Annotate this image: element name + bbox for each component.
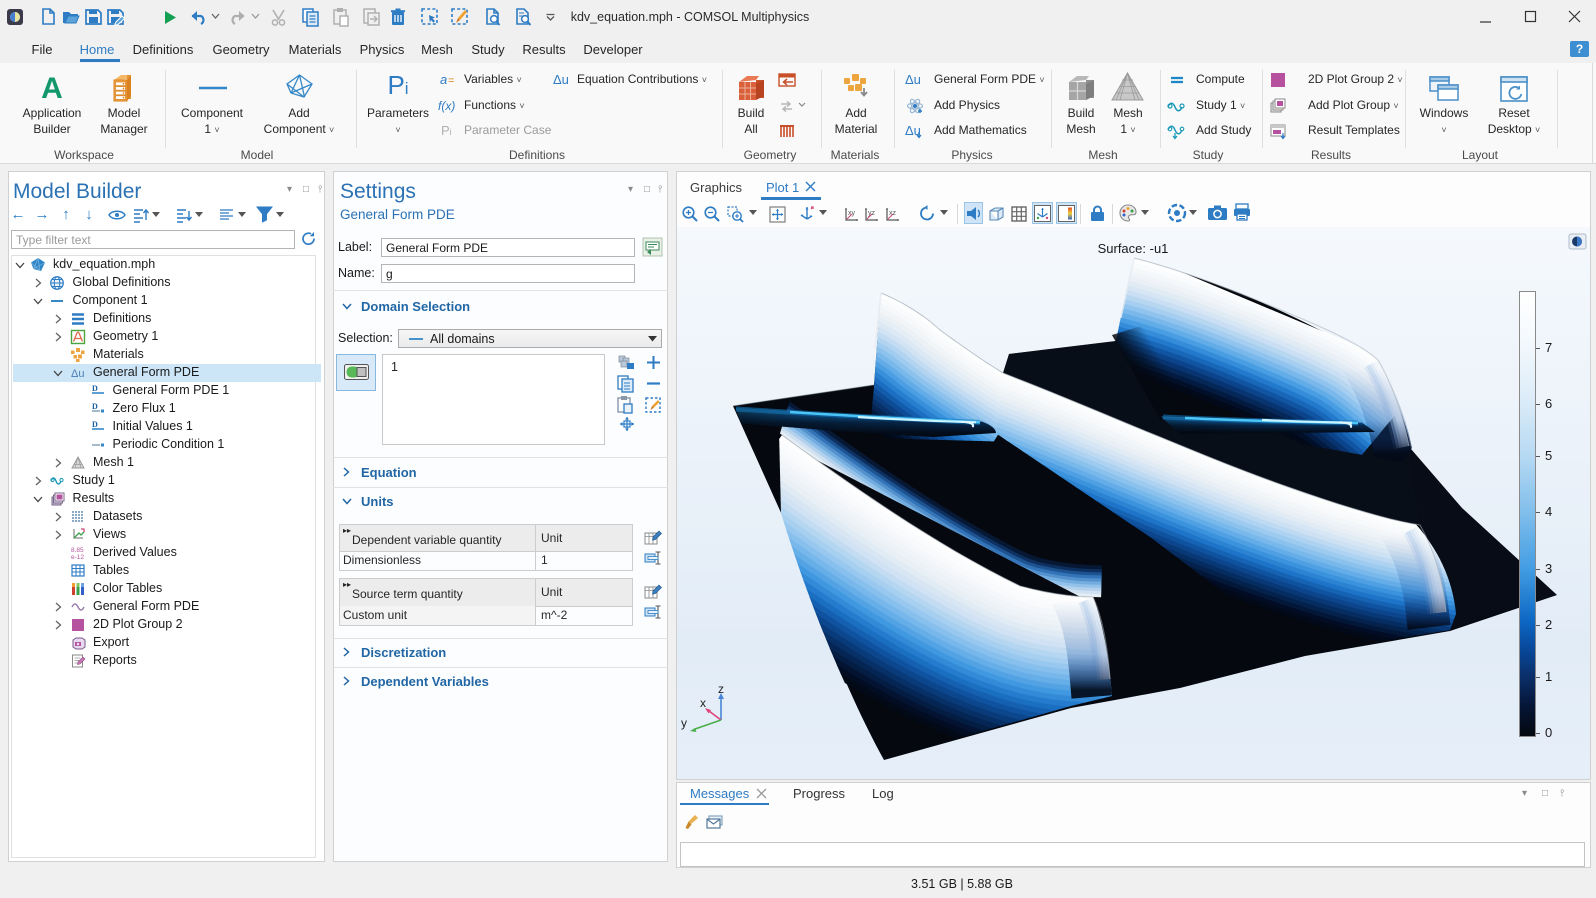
svg-text:D: D bbox=[92, 402, 98, 411]
svg-text:=: = bbox=[448, 75, 454, 87]
svg-text:D: D bbox=[92, 420, 98, 429]
svg-text:Δu: Δu bbox=[71, 368, 84, 380]
svg-text:Δu: Δu bbox=[553, 72, 569, 87]
svg-text:8.85: 8.85 bbox=[71, 547, 84, 554]
svg-text:z: z bbox=[718, 682, 724, 696]
svg-text:D: D bbox=[92, 384, 98, 393]
svg-text:f(x): f(x) bbox=[438, 99, 455, 113]
svg-text:xz: xz bbox=[889, 210, 897, 217]
svg-text:xy: xy bbox=[848, 210, 856, 217]
svg-text:e-12: e-12 bbox=[71, 554, 84, 561]
svg-text:y: y bbox=[681, 716, 687, 730]
svg-text:Δu: Δu bbox=[905, 72, 921, 87]
svg-text:Pi: Pi bbox=[441, 123, 452, 138]
svg-text:x: x bbox=[700, 696, 706, 710]
svg-text:yz: yz bbox=[868, 210, 876, 217]
svg-text:a: a bbox=[440, 72, 447, 87]
